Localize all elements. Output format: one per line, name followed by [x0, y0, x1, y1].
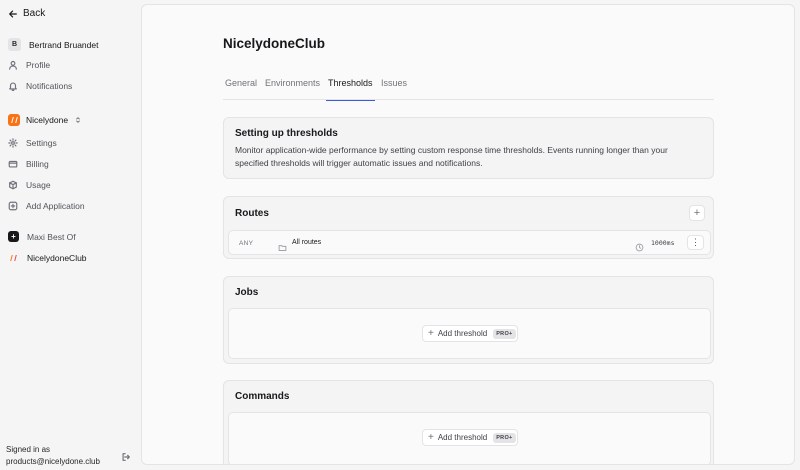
add-threshold-label: Add threshold	[437, 329, 488, 338]
arrow-left-icon	[9, 10, 17, 17]
user-account: B Bertrand Bruandet	[8, 38, 98, 51]
sidebar-item-label: Settings	[26, 138, 57, 148]
sidebar-app-nicelydoneclub[interactable]: NicelydoneClub	[8, 252, 87, 263]
tab-bar: General Environments Thresholds Issues	[223, 75, 714, 101]
sidebar-item-profile[interactable]: Profile	[8, 60, 50, 70]
plus-square-icon	[8, 201, 18, 211]
sidebar-item-label: Billing	[26, 159, 49, 169]
clock-icon	[635, 239, 644, 257]
sidebar-item-usage[interactable]: Usage	[8, 180, 51, 190]
jobs-card: Jobs + Add threshold PRO+	[223, 276, 714, 364]
plus-icon: +	[428, 431, 434, 443]
back-label: Back	[23, 8, 46, 19]
sidebar-item-add-application[interactable]: Add Application	[8, 201, 85, 211]
back-button[interactable]: Back	[8, 8, 45, 19]
tab-thresholds[interactable]: Thresholds	[326, 78, 375, 101]
sidebar-item-settings[interactable]: Settings	[8, 138, 57, 148]
table-row[interactable]: ANY All routes 1000ms ⋮	[228, 230, 711, 255]
logout-icon	[122, 453, 130, 461]
credit-card-icon	[8, 160, 18, 168]
tab-issues[interactable]: Issues	[381, 78, 407, 100]
route-menu-button[interactable]: ⋮	[687, 235, 704, 250]
gear-icon	[8, 138, 18, 148]
nicelydone-logo-icon	[8, 114, 20, 126]
sidebar-item-label: Add Application	[26, 201, 85, 211]
add-job-threshold-button[interactable]: + Add threshold PRO+	[422, 325, 518, 342]
add-threshold-label: Add threshold	[437, 433, 488, 442]
signed-in-info: Signed in as products@nicelydone.club	[6, 444, 100, 468]
route-label: All routes	[292, 239, 322, 246]
folder-icon	[278, 239, 287, 257]
org-switcher[interactable]: Nicelydone	[8, 114, 82, 126]
jobs-title: Jobs	[235, 287, 259, 298]
tab-environments[interactable]: Environments	[265, 78, 320, 100]
jobs-empty-state: + Add threshold PRO+	[228, 308, 711, 359]
sidebar-item-label: Profile	[26, 60, 51, 70]
box-icon	[9, 180, 17, 190]
user-icon	[9, 60, 17, 70]
org-name: Nicelydone	[26, 115, 69, 125]
intro-description: Monitor application-wide performance by …	[235, 145, 668, 168]
avatar: B	[8, 38, 21, 51]
sidebar-item-label: Maxi Best Of	[27, 231, 76, 242]
pro-badge: PRO+	[493, 328, 516, 339]
page-title: NicelydoneClub	[223, 36, 326, 51]
commands-empty-state: + Add threshold PRO+	[228, 412, 711, 464]
sidebar-item-notifications[interactable]: Notifications	[8, 81, 72, 91]
tab-general[interactable]: General	[225, 78, 257, 100]
sidebar-item-label: NicelydoneClub	[27, 252, 87, 263]
sidebar-app-maxi-best-of[interactable]: + Maxi Best Of	[8, 231, 76, 242]
bell-icon	[9, 82, 17, 91]
user-name: Bertrand Bruandet	[29, 39, 99, 50]
pro-badge: PRO+	[493, 432, 516, 443]
signed-in-label: Signed in as	[6, 445, 51, 454]
signed-in-email: products@nicelydone.club	[6, 457, 100, 466]
nicelydoneclub-logo-icon	[8, 252, 19, 263]
main-panel: NicelydoneClub General Environments Thre…	[141, 4, 795, 465]
add-route-button[interactable]: +	[689, 205, 705, 221]
route-threshold-time: 1000ms	[651, 239, 675, 247]
intro-title: Setting up thresholds	[235, 128, 338, 139]
sidebar-item-billing[interactable]: Billing	[8, 159, 49, 169]
commands-title: Commands	[235, 391, 290, 402]
routes-title: Routes	[235, 208, 269, 219]
chevron-up-down-icon	[76, 117, 80, 123]
add-command-threshold-button[interactable]: + Add threshold PRO+	[422, 429, 518, 446]
plus-icon: +	[428, 327, 434, 339]
sidebar-item-label: Usage	[26, 180, 51, 190]
thresholds-intro-card: Setting up thresholds Monitor applicatio…	[223, 117, 714, 179]
route-method: ANY	[239, 240, 254, 247]
routes-card: Routes + ANY All routes 1000ms ⋮	[223, 196, 714, 259]
commands-card: Commands + Add threshold PRO+	[223, 380, 714, 464]
sidebar-item-label: Notifications	[26, 81, 73, 91]
logout-button[interactable]	[121, 449, 131, 467]
maxi-best-of-logo-icon: +	[8, 231, 19, 242]
sidebar: Back B Bertrand Bruandet Profile Notific…	[0, 0, 140, 470]
